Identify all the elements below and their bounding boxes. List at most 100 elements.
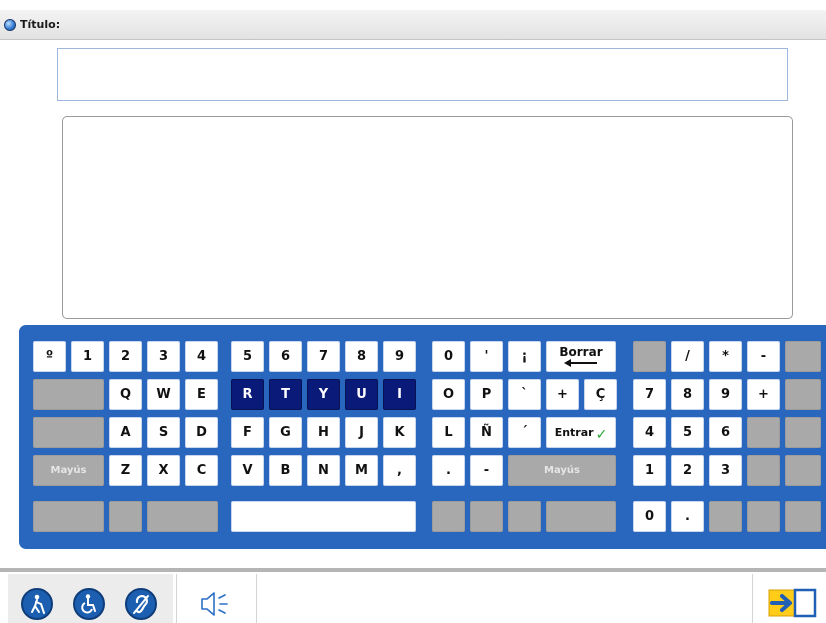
divider [752, 574, 753, 623]
key-g[interactable]: G [269, 417, 302, 448]
numpad-9[interactable]: 9 [709, 379, 742, 410]
blank-key[interactable] [747, 455, 780, 486]
shift-right-key[interactable]: Mayús [508, 455, 616, 486]
numpad-plus[interactable]: + [747, 379, 780, 410]
key-3[interactable]: 3 [147, 341, 180, 372]
key-f[interactable]: F [231, 417, 264, 448]
key-s[interactable]: S [147, 417, 180, 448]
key-i[interactable]: I [383, 379, 416, 410]
title-input[interactable] [57, 48, 788, 101]
blank-key[interactable] [785, 379, 821, 410]
numpad-minus[interactable]: - [747, 341, 780, 372]
blank-key[interactable] [109, 501, 142, 532]
blank-key[interactable] [147, 501, 218, 532]
numpad-3[interactable]: 3 [709, 455, 742, 486]
key-4[interactable]: 4 [185, 341, 218, 372]
numpad-divide[interactable]: / [671, 341, 704, 372]
key-plus[interactable]: + [546, 379, 579, 410]
key-ordinal[interactable]: º [33, 341, 66, 372]
key-r[interactable]: R [231, 379, 264, 410]
key-b[interactable]: B [269, 455, 302, 486]
key-y[interactable]: Y [307, 379, 340, 410]
key-5[interactable]: 5 [231, 341, 264, 372]
blank-key[interactable] [785, 417, 821, 448]
blank-key[interactable] [546, 501, 616, 532]
globe-icon [4, 19, 16, 31]
blank-key[interactable] [785, 341, 821, 372]
spacebar-key[interactable] [231, 501, 416, 532]
hearing-accessibility-icon[interactable] [125, 588, 157, 620]
numpad-1[interactable]: 1 [633, 455, 666, 486]
numpad-0[interactable]: 0 [633, 501, 666, 532]
key-z[interactable]: Z [109, 455, 142, 486]
blank-key[interactable] [633, 341, 666, 372]
key-9[interactable]: 9 [383, 341, 416, 372]
key-c[interactable]: C [185, 455, 218, 486]
key-e[interactable]: E [185, 379, 218, 410]
exit-icon[interactable] [763, 588, 817, 618]
key-o[interactable]: O [432, 379, 465, 410]
key-6[interactable]: 6 [269, 341, 302, 372]
shift-left-key[interactable]: Mayús [33, 455, 104, 486]
backspace-key[interactable]: Borrar [546, 341, 616, 372]
key-1[interactable]: 1 [71, 341, 104, 372]
blind-accessibility-icon[interactable] [21, 588, 53, 620]
blank-key[interactable] [508, 501, 541, 532]
blank-key[interactable] [709, 501, 742, 532]
key-0[interactable]: 0 [432, 341, 465, 372]
key-comma[interactable]: , [383, 455, 416, 486]
numpad-4[interactable]: 4 [633, 417, 666, 448]
message-textarea[interactable] [62, 116, 793, 319]
key-period[interactable]: . [432, 455, 465, 486]
key-x[interactable]: X [147, 455, 180, 486]
blank-key[interactable] [432, 501, 465, 532]
blank-key[interactable] [747, 417, 780, 448]
bottom-toolbar [0, 568, 826, 623]
key-u[interactable]: U [345, 379, 378, 410]
key-apostrophe[interactable]: ' [470, 341, 503, 372]
blank-key[interactable] [785, 501, 821, 532]
enter-label: Entrar [554, 426, 594, 439]
speaker-icon[interactable] [196, 588, 236, 620]
numpad-7[interactable]: 7 [633, 379, 666, 410]
key-q[interactable]: Q [109, 379, 142, 410]
key-7[interactable]: 7 [307, 341, 340, 372]
key-2[interactable]: 2 [109, 341, 142, 372]
virtual-keyboard: º 1 2 3 4 5 6 7 8 9 0 ' ¡ Borrar / * - Q… [19, 325, 826, 549]
key-inverted-exclamation[interactable]: ¡ [508, 341, 541, 372]
numpad-8[interactable]: 8 [671, 379, 704, 410]
key-v[interactable]: V [231, 455, 264, 486]
numpad-6[interactable]: 6 [709, 417, 742, 448]
key-j[interactable]: J [345, 417, 378, 448]
key-t[interactable]: T [269, 379, 302, 410]
enter-key[interactable]: Entrar ✓ [546, 417, 616, 448]
wheelchair-accessibility-icon[interactable] [73, 588, 105, 620]
blank-key[interactable] [785, 455, 821, 486]
numpad-2[interactable]: 2 [671, 455, 704, 486]
arrow-left-icon [564, 359, 598, 367]
key-a[interactable]: A [109, 417, 142, 448]
key-d[interactable]: D [185, 417, 218, 448]
key-hyphen[interactable]: - [470, 455, 503, 486]
blank-key[interactable] [470, 501, 503, 532]
blank-key[interactable] [747, 501, 780, 532]
caps-lock-key[interactable] [33, 417, 104, 448]
key-p[interactable]: P [470, 379, 503, 410]
key-n-tilde[interactable]: Ñ [470, 417, 503, 448]
key-l[interactable]: L [432, 417, 465, 448]
tab-key[interactable] [33, 379, 104, 410]
numpad-5[interactable]: 5 [671, 417, 704, 448]
key-m[interactable]: M [345, 455, 378, 486]
window-title: Título: [20, 18, 61, 31]
key-k[interactable]: K [383, 417, 416, 448]
key-8[interactable]: 8 [345, 341, 378, 372]
key-h[interactable]: H [307, 417, 340, 448]
numpad-decimal[interactable]: . [671, 501, 704, 532]
key-n[interactable]: N [307, 455, 340, 486]
key-grave[interactable]: ` [508, 379, 541, 410]
key-w[interactable]: W [147, 379, 180, 410]
key-acute[interactable]: ´ [508, 417, 541, 448]
numpad-multiply[interactable]: * [709, 341, 742, 372]
blank-key[interactable] [33, 501, 104, 532]
key-c-cedilla[interactable]: Ç [584, 379, 617, 410]
